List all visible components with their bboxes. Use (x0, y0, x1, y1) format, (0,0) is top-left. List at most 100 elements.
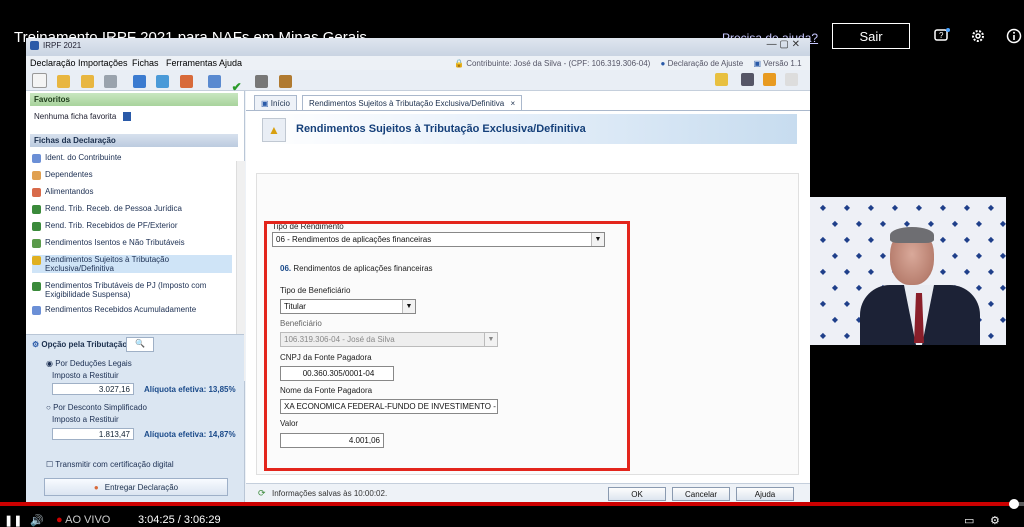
window-controls[interactable]: — ▢ ✕ (767, 39, 800, 50)
sidebar-item[interactable]: Dependentes (32, 170, 232, 180)
radio-selected-icon[interactable]: ◉ (46, 359, 53, 368)
background-logo-icon: ◆ (855, 219, 863, 228)
gear-icon[interactable] (970, 28, 986, 49)
sidebar-item[interactable]: Rend. Trib. Recebidos de PF/Exterior (32, 221, 232, 231)
svg-text:?: ? (939, 31, 944, 40)
option-simplificado[interactable]: ○ Por Desconto Simplificado (46, 403, 147, 412)
app-titlebar: IRPF 2021 — ▢ ✕ (26, 38, 810, 56)
home-icon[interactable] (763, 73, 776, 86)
option2-label: Imposto a Restituir (52, 415, 119, 424)
pause-icon[interactable]: ❚❚ (4, 514, 22, 527)
volume-icon[interactable]: 🔊 (30, 514, 44, 527)
menu-ajuda[interactable]: Ajuda (219, 58, 242, 68)
option2-value: 1.813,47 (52, 428, 134, 440)
import-icon[interactable] (132, 75, 146, 88)
background-logo-icon: ◆ (819, 299, 827, 308)
deliver-button[interactable]: ● Entregar Declaração (44, 478, 228, 496)
save-status: Informações salvas às 10:00:02. (272, 489, 388, 498)
sidebar-item[interactable]: Rendimentos Tributáveis de PJ (Imposto c… (32, 281, 232, 299)
menu-importacoes[interactable]: Importações (78, 58, 128, 68)
background-logo-icon: ◆ (819, 203, 827, 212)
page-banner: ▲ Rendimentos Sujeitos à Tributação Excl… (256, 114, 797, 144)
background-logo-icon: ◆ (987, 235, 995, 244)
fichas-header[interactable]: Fichas da Declaração (30, 134, 238, 147)
option1-value: 3.027,16 (52, 383, 134, 395)
background-logo-icon: ◆ (987, 299, 995, 308)
open-folder-icon[interactable] (57, 75, 71, 88)
background-logo-icon: ◆ (855, 251, 863, 260)
background-logo-icon: ◆ (819, 235, 827, 244)
resize-icon[interactable] (785, 73, 798, 86)
option-deducoes[interactable]: ◉ Por Deduções Legais (46, 359, 132, 368)
ok-button[interactable]: OK (608, 487, 666, 501)
sidebar-item-label: Rend. Trib. Recebidos de PF/Exterior (45, 221, 178, 230)
web-icon[interactable] (156, 75, 170, 88)
sidebar-item-label: Dependentes (45, 170, 93, 179)
background-logo-icon: ◆ (999, 315, 1006, 324)
tab-rendimentos[interactable]: Rendimentos Sujeitos à Tributação Exclus… (302, 95, 523, 110)
help-button[interactable]: Ajuda (736, 487, 794, 501)
background-logo-icon: ◆ (987, 331, 995, 340)
radio-empty-icon[interactable]: ○ (46, 403, 51, 412)
search-icon[interactable]: 🔍 (126, 337, 154, 352)
video-progress-bar[interactable] (0, 502, 1024, 506)
favorites-header[interactable]: Favoritos (30, 93, 238, 106)
book-icon[interactable] (278, 75, 292, 88)
sidebar-item[interactable]: Rendimentos Recebidos Acumuladamente (32, 305, 232, 315)
menu-fichas[interactable]: Fichas (132, 58, 159, 68)
version-label: Versão 1.1 (763, 59, 802, 68)
trash-icon[interactable] (104, 75, 118, 88)
options-icon: ⚙ (32, 340, 40, 349)
background-logo-icon: ◆ (867, 235, 875, 244)
ficha-icon (32, 306, 41, 315)
background-logo-icon: ◆ (879, 219, 887, 228)
checkbox-icon[interactable]: ☐ (46, 460, 53, 469)
background-logo-icon: ◆ (867, 203, 875, 212)
video-progress-fill (0, 502, 1014, 506)
tab-inicio[interactable]: ▣ Início (254, 95, 297, 110)
sidebar-item[interactable]: Rend. Trib. Receb. de Pessoa Jurídica (32, 204, 232, 214)
folder-icon[interactable] (80, 75, 94, 88)
declaration-type-icon: ● (660, 59, 666, 68)
app-logo-icon (30, 41, 39, 50)
irpf-badge-icon[interactable] (715, 73, 728, 86)
background-logo-icon: ◆ (903, 219, 911, 228)
live-indicator[interactable]: ● AO VIVO (56, 514, 110, 526)
main-panel: ▣ Início Rendimentos Sujeitos à Tributaç… (246, 91, 810, 503)
background-logo-icon: ◆ (915, 203, 923, 212)
background-logo-icon: ◆ (999, 283, 1006, 292)
sidebar-item[interactable]: Ident. do Contribuinte (32, 153, 232, 163)
exit-button[interactable]: Sair (832, 23, 910, 49)
highlight-box (264, 221, 630, 471)
ficha-icon (32, 154, 41, 163)
chat-icon[interactable] (741, 73, 754, 86)
ficha-icon (32, 205, 41, 214)
info-icon[interactable] (1006, 28, 1022, 49)
background-logo-icon: ◆ (831, 283, 839, 292)
background-logo-icon: ◆ (951, 251, 959, 260)
close-icon[interactable]: × (510, 99, 515, 108)
calculator-icon[interactable] (255, 75, 269, 88)
sidebar-item[interactable]: Alimentandos (32, 187, 232, 197)
sidebar-item-label: Rendimentos Sujeitos à Tributação Exclus… (45, 255, 170, 273)
menu-ferramentas[interactable]: Ferramentas (166, 58, 217, 68)
background-logo-icon: ◆ (879, 251, 887, 260)
new-file-icon[interactable] (32, 73, 47, 88)
background-logo-icon: ◆ (963, 235, 971, 244)
menu-declaracao[interactable]: Declaração (30, 58, 76, 68)
feedback-icon[interactable]: ? (934, 28, 950, 49)
globe-icon[interactable] (179, 75, 193, 88)
captions-icon[interactable]: ▭ (964, 514, 974, 527)
background-logo-icon: ◆ (843, 331, 851, 340)
background-logo-icon: ◆ (927, 219, 935, 228)
declaration-type-label: Declaração de Ajuste (667, 59, 744, 68)
print-icon[interactable] (208, 75, 222, 88)
sidebar-item[interactable]: Rendimentos Isentos e Não Tributáveis (32, 238, 232, 248)
sidebar-item[interactable]: Rendimentos Sujeitos à Tributação Exclus… (32, 255, 232, 273)
settings-icon[interactable]: ⚙ (990, 514, 1000, 527)
bookmark-icon[interactable] (122, 112, 131, 122)
cancel-button[interactable]: Cancelar (672, 487, 730, 501)
option2-rate: Alíquota efetiva: 14,87% (144, 430, 236, 439)
transmit-checkbox[interactable]: ☐ Transmitir com certificação digital (46, 460, 174, 469)
video-progress-handle[interactable] (1008, 499, 1019, 509)
